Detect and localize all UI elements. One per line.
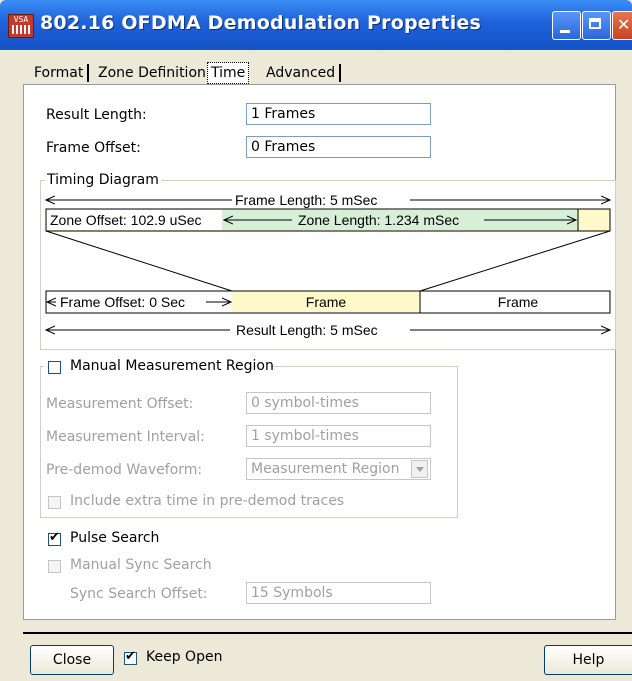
predemod-waveform-select[interactable]: Measurement Region (246, 458, 431, 480)
measurement-offset-input[interactable]: 0 symbol-times (246, 392, 431, 414)
frame-2-text: Frame (498, 294, 539, 310)
dialog-window: VSA 802.16 OFDMA Demodulation Properties… (0, 0, 632, 681)
pulse-search-checkbox[interactable] (48, 530, 61, 546)
measurement-offset-label: Measurement Offset: (46, 396, 194, 412)
measurement-interval-input[interactable]: 1 symbol-times (246, 425, 431, 447)
manual-measurement-checkbox[interactable] (48, 361, 61, 374)
zone-length-text: Zone Length: 1.234 mSec (298, 212, 459, 228)
help-button[interactable]: Help (544, 645, 632, 675)
keep-open-checkbox[interactable] (124, 649, 137, 665)
sync-search-offset-label: Sync Search Offset: (70, 586, 208, 602)
frame-offset-text: Frame Offset: 0 Sec (60, 294, 185, 310)
include-extra-time-checkbox[interactable] (48, 496, 61, 509)
frame-length-text: Frame Length: 5 mSec (235, 192, 377, 208)
footer-divider (23, 632, 632, 634)
zoom-line-right (419, 230, 611, 292)
manual-sync-search-checkbox[interactable] (48, 560, 61, 573)
chevron-down-icon[interactable] (411, 460, 428, 478)
measurement-interval-label: Measurement Interval: (46, 429, 205, 445)
close-button[interactable]: Close (30, 645, 114, 675)
frame-1-text: Frame (306, 294, 347, 310)
pulse-search-label: Pulse Search (70, 530, 160, 546)
result-length-text: Result Length: 5 mSec (236, 322, 378, 338)
zoom-line-left (45, 230, 233, 292)
keep-open-label: Keep Open (146, 649, 223, 665)
manual-measurement-label: Manual Measurement Region (70, 358, 274, 374)
zone-offset-text: Zone Offset: 102.9 uSec (50, 212, 202, 228)
include-extra-time-label: Include extra time in pre-demod traces (70, 493, 345, 509)
sync-search-offset-input[interactable]: 15 Symbols (246, 582, 431, 604)
timing-diagram-svg: Frame Length: 5 mSec Zone Offset: 102.9 … (0, 192, 632, 338)
predemod-waveform-label: Pre-demod Waveform: (46, 462, 203, 478)
manual-sync-search-label: Manual Sync Search (70, 557, 212, 573)
